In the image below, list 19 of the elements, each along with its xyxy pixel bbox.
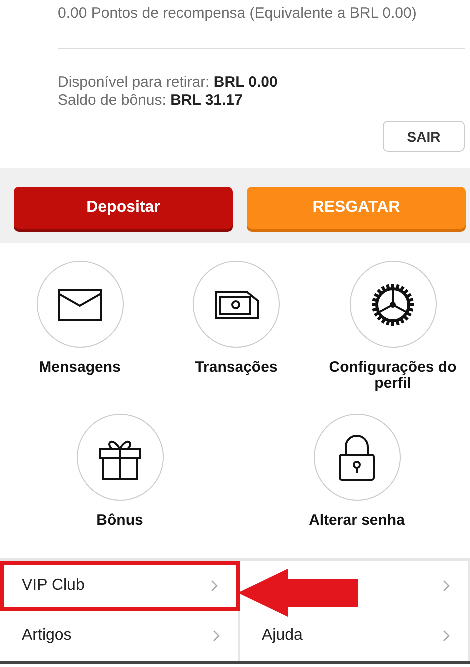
shortcut-label: Mensagens (38, 360, 122, 376)
banknote-icon (214, 290, 258, 318)
reward-points-text: 0.00 Pontos de recompensa (Equivalente a BRL 0.00) (58, 4, 418, 24)
shortcut-label: Alterar senha (308, 513, 406, 529)
chevron-right-icon (211, 580, 218, 592)
gear-icon (371, 282, 415, 326)
shortcut-label: Configurações do perfil (328, 360, 458, 392)
chevron-right-icon (443, 580, 450, 592)
logout-button[interactable]: SAIR (383, 121, 465, 152)
chevron-right-icon (443, 630, 450, 642)
balance-line: Disponível para retirar: BRL 0.00 (58, 74, 279, 92)
balance-line: Saldo de bônus: BRL 31.17 (58, 92, 244, 110)
lock-icon (338, 434, 376, 480)
chevron-right-icon (213, 630, 220, 642)
deposit-button[interactable]: Depositar (14, 187, 233, 229)
shortcut-label: Transações (194, 360, 279, 376)
envelope-icon (58, 288, 102, 320)
shortcut-label: Bônus (96, 513, 144, 529)
menu-item[interactable]: VIP Club (0, 561, 240, 611)
